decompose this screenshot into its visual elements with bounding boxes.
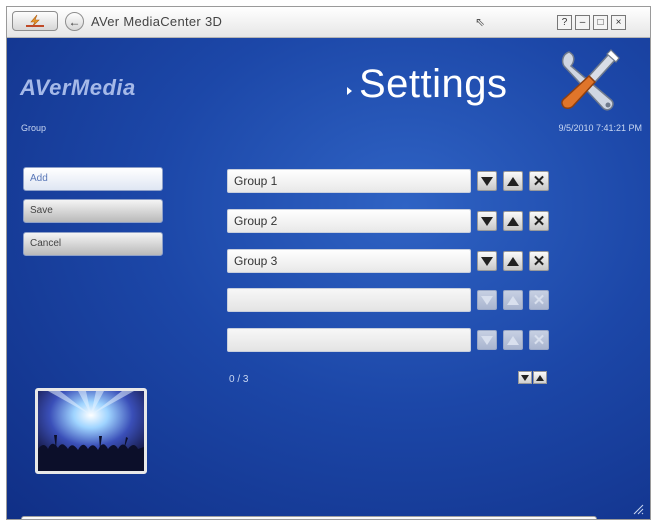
move-up-button-5 <box>503 330 523 350</box>
breadcrumb: Group <box>21 123 47 133</box>
group-name-input-4[interactable] <box>227 288 471 312</box>
mouse-cursor-icon: ⇖ <box>475 15 486 29</box>
delete-x-icon: ✕ <box>532 291 546 309</box>
maximize-button[interactable]: □ <box>593 15 608 30</box>
page-indicator: 0 / 3 <box>229 374 249 385</box>
arrow-down-icon <box>481 335 493 345</box>
app-window: ← AVer MediaCenter 3D ⇖ ? – □ × AVerMedi… <box>6 6 651 520</box>
video-preview-thumbnail[interactable] <box>35 388 147 474</box>
back-button[interactable]: ← <box>65 12 84 31</box>
move-up-button-3[interactable] <box>503 251 523 271</box>
datetime-display: 9/5/2010 7:41:21 PM <box>558 123 642 133</box>
arrow-up-icon <box>507 176 519 186</box>
arrow-down-icon <box>481 295 493 305</box>
settings-panel: AVerMedia Settings Group 9/5/2010 7:41:2… <box>7 38 650 519</box>
playback-toolbar: CH 3D <box>21 516 597 519</box>
arrow-up-icon <box>507 256 519 266</box>
cancel-button[interactable]: Cancel <box>23 232 163 256</box>
group-name-input-1[interactable]: Group 1 <box>227 169 471 193</box>
arrow-down-icon <box>521 374 529 381</box>
back-arrow-icon: ← <box>68 14 81 29</box>
arrow-down-icon <box>481 176 493 186</box>
arrow-up-icon <box>507 295 519 305</box>
save-button[interactable]: Save <box>23 199 163 223</box>
close-button[interactable]: × <box>611 15 626 30</box>
move-down-button-5 <box>477 330 497 350</box>
resize-grip-icon[interactable] <box>632 503 644 515</box>
delete-x-icon: ✕ <box>532 331 546 349</box>
move-up-button-4 <box>503 290 523 310</box>
delete-button-5: ✕ <box>529 330 549 350</box>
move-down-button-4 <box>477 290 497 310</box>
delete-x-icon: ✕ <box>532 212 546 230</box>
arrow-up-icon <box>536 374 544 381</box>
delete-button-2[interactable]: ✕ <box>529 211 549 231</box>
page-up-button[interactable] <box>533 371 547 384</box>
delete-x-icon: ✕ <box>532 172 546 190</box>
info-bar: Group 9/5/2010 7:41:21 PM <box>7 122 650 136</box>
tools-icon <box>561 49 620 111</box>
arrow-up-icon <box>507 335 519 345</box>
title-bullet-icon <box>347 87 352 95</box>
avermedia-logo: AVerMedia <box>20 75 136 100</box>
group-name-input-3[interactable]: Group 3 <box>227 249 471 273</box>
move-up-button-1[interactable] <box>503 171 523 191</box>
group-name-input-5[interactable] <box>227 328 471 352</box>
arrow-down-icon <box>481 256 493 266</box>
lightning-icon <box>26 14 44 28</box>
app-menu-button[interactable] <box>12 11 58 31</box>
delete-button-4: ✕ <box>529 290 549 310</box>
page-title: Settings <box>359 62 508 106</box>
move-down-button-3[interactable] <box>477 251 497 271</box>
group-name-input-2[interactable]: Group 2 <box>227 209 471 233</box>
concert-image <box>38 391 144 471</box>
minimize-button[interactable]: – <box>575 15 590 30</box>
delete-button-1[interactable]: ✕ <box>529 171 549 191</box>
add-button[interactable]: Add <box>23 167 163 191</box>
arrow-down-icon <box>481 216 493 226</box>
move-down-button-1[interactable] <box>477 171 497 191</box>
title-bar: ← AVer MediaCenter 3D ⇖ ? – □ × <box>7 7 650 38</box>
delete-x-icon: ✕ <box>532 252 546 270</box>
arrow-up-icon <box>507 216 519 226</box>
move-down-button-2[interactable] <box>477 211 497 231</box>
page-down-button[interactable] <box>518 371 532 384</box>
window-title: AVer MediaCenter 3D <box>91 14 223 29</box>
delete-button-3[interactable]: ✕ <box>529 251 549 271</box>
move-up-button-2[interactable] <box>503 211 523 231</box>
help-button[interactable]: ? <box>557 15 572 30</box>
